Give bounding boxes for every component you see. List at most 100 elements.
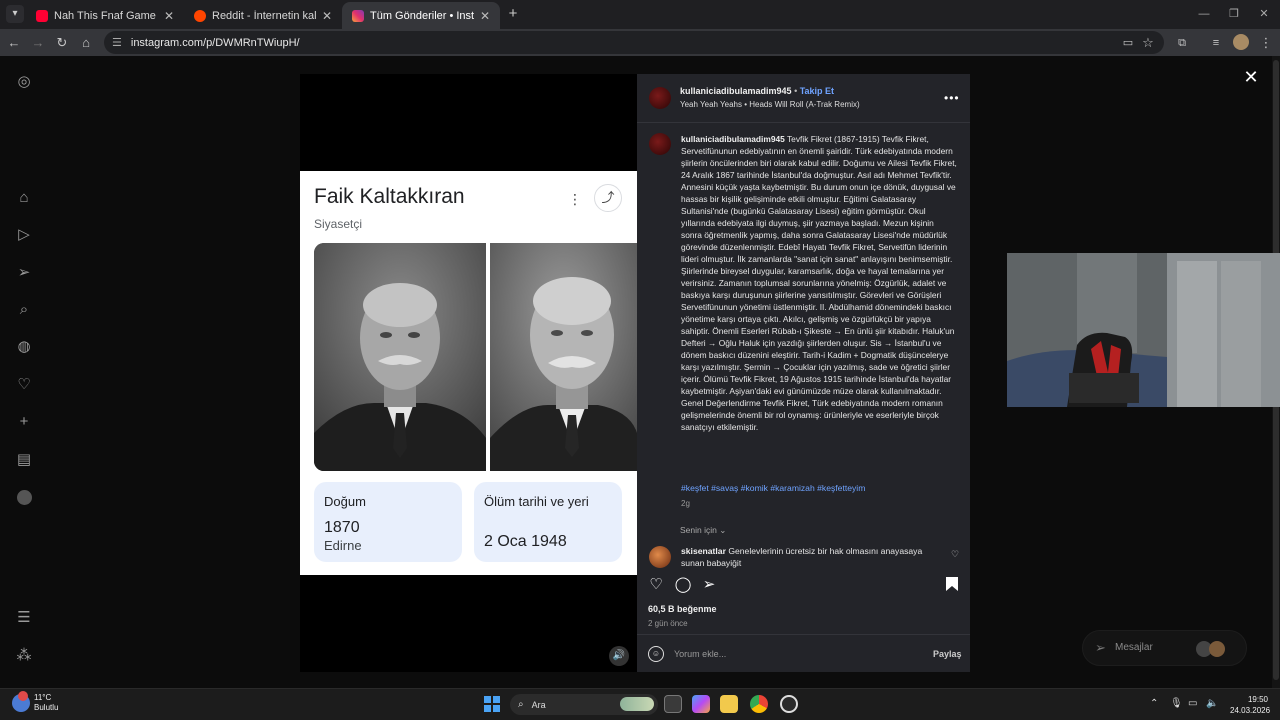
messages-nav-icon[interactable]: ➢ xyxy=(14,263,34,283)
address-bar[interactable]: ☰ instagram.com/p/DWMRnTWiupH/ xyxy=(104,31,1164,54)
install-app-icon[interactable]: ▭ xyxy=(1118,33,1138,53)
post-media[interactable]: Faik Kaltakkıran Siyasetçi ⋮ ⤴ Doğum 187… xyxy=(300,74,637,672)
forward-icon[interactable]: → xyxy=(28,33,48,53)
close-post-icon[interactable]: ✕ xyxy=(1242,68,1260,86)
youtube-icon xyxy=(36,9,48,22)
comment-input[interactable]: Yorum ekle... xyxy=(674,649,726,659)
post-caption: kullaniciadibulamadim945 Tevfik Fikret (… xyxy=(681,133,957,433)
like-count[interactable]: 60,5 B beğenme xyxy=(648,604,717,614)
site-info-icon[interactable]: ☰ xyxy=(112,36,122,49)
death-info-chip: Ölüm tarihi ve yeri 2 Oca 1948 xyxy=(474,482,622,562)
tab-youtube[interactable]: Nah This Fnaf Game Is just STRA ✕ xyxy=(26,2,184,29)
messages-button[interactable]: ➢ Mesajlar xyxy=(1082,630,1247,666)
post-comment-button[interactable]: Paylaş xyxy=(933,649,962,659)
close-tab-icon[interactable]: ✕ xyxy=(320,9,334,23)
comment-sort-dropdown[interactable]: Senin için ⌄ xyxy=(680,525,726,536)
search-icon: ⌕ xyxy=(518,699,524,710)
extensions-icon[interactable]: ⧉ xyxy=(1172,33,1192,53)
caption-age: 2g xyxy=(681,499,690,508)
browser-tab-bar: ▾ Nah This Fnaf Game Is just STRA ✕ Redd… xyxy=(0,0,1280,29)
portrait-photo-1 xyxy=(314,243,486,471)
more-options-icon[interactable]: ••• xyxy=(944,91,960,105)
close-window-button[interactable]: ✕ xyxy=(1254,5,1274,23)
task-view-icon[interactable] xyxy=(664,695,682,713)
temperature: 11°C xyxy=(34,693,52,702)
profile-nav-icon[interactable] xyxy=(14,487,34,507)
file-explorer-icon[interactable] xyxy=(720,695,738,713)
system-clock[interactable]: 19:50 24.03.2026 xyxy=(1230,694,1270,716)
weather-condition: Bulutlu xyxy=(34,703,59,712)
search-highlight-image xyxy=(620,697,654,711)
bookmark-star-icon[interactable]: ☆ xyxy=(1138,33,1158,53)
browser-menu-icon[interactable]: ⋮ xyxy=(1256,33,1276,53)
profile-avatar[interactable] xyxy=(1233,34,1249,50)
notifications-nav-icon[interactable]: ♡ xyxy=(14,375,34,395)
author-username[interactable]: kullaniciadibulamadim945 xyxy=(680,86,792,96)
caption-text: Tevfik Fikret (1867-1915) Tevfik Fikret,… xyxy=(681,134,957,432)
url-text: instagram.com/p/DWMRnTWiupH/ xyxy=(130,36,300,49)
reload-icon[interactable]: ↻ xyxy=(52,33,72,53)
footer-divider xyxy=(637,634,970,635)
like-icon[interactable]: ♡ xyxy=(647,576,665,594)
explore-nav-icon[interactable]: ◍ xyxy=(14,337,34,357)
app-icon[interactable] xyxy=(780,695,798,713)
also-from-meta-icon[interactable]: ⁂ xyxy=(14,646,34,666)
caption-username[interactable]: kullaniciadibulamadim945 xyxy=(681,134,785,144)
comment-like-icon[interactable]: ♡ xyxy=(951,549,959,560)
home-icon[interactable]: ⌂ xyxy=(76,33,96,53)
start-button[interactable] xyxy=(484,696,500,712)
new-tab-button[interactable]: + xyxy=(504,5,522,23)
tab-search-button[interactable]: ▾ xyxy=(6,5,24,23)
restore-button[interactable]: ❐ xyxy=(1224,5,1244,23)
post-details-panel: kullaniciadibulamadim945 • Takip Et Yeah… xyxy=(637,74,970,672)
clock-time: 19:50 xyxy=(1247,695,1268,704)
close-tab-icon[interactable]: ✕ xyxy=(478,9,492,23)
tab-reddit[interactable]: Reddit - İnternetin kalbi ✕ xyxy=(184,2,342,29)
emoji-icon[interactable]: ☺ xyxy=(648,646,664,662)
birth-info-chip: Doğum 1870 Edirne xyxy=(314,482,462,562)
message-avatars xyxy=(1195,640,1229,658)
instagram-logo-icon[interactable]: ◎ xyxy=(14,72,34,92)
hashtag-links[interactable]: #keşfet #savaş #komik #karamizah #keşfet… xyxy=(681,483,865,493)
taskbar-search[interactable]: ⌕ Ara xyxy=(510,694,658,715)
audio-track-link[interactable]: Yeah Yeah Yeahs • Heads Will Roll (A-Tra… xyxy=(680,100,860,109)
tab-title: Tüm Gönderiler • Instagram xyxy=(370,9,474,22)
back-icon[interactable]: ← xyxy=(4,33,24,53)
volume-icon[interactable]: 🔊 xyxy=(609,646,629,666)
tab-instagram[interactable]: Tüm Gönderiler • Instagram ✕ xyxy=(342,2,500,29)
follow-button[interactable]: Takip Et xyxy=(800,86,834,96)
death-date: 2 Oca 1948 xyxy=(484,533,567,550)
speaker-icon[interactable]: 🔈 xyxy=(1206,698,1218,709)
more-menu-icon[interactable]: ☰ xyxy=(14,608,34,628)
share-post-icon[interactable]: ➢ xyxy=(700,576,718,594)
tray-chevron-icon[interactable]: ⌃ xyxy=(1150,698,1158,709)
post-timestamp: 2 gün önce xyxy=(648,619,688,628)
browser-toolbar: ← → ↻ ⌂ ☰ instagram.com/p/DWMRnTWiupH/ ▭… xyxy=(0,29,1280,56)
comment-icon[interactable]: ◯ xyxy=(674,576,692,594)
knowledge-card: Faik Kaltakkıran Siyasetçi ⋮ ⤴ Doğum 187… xyxy=(300,171,637,575)
card-subtitle: Siyasetçi xyxy=(314,217,363,231)
reels-nav-icon[interactable]: ▷ xyxy=(14,225,34,245)
chrome-icon[interactable] xyxy=(750,695,768,713)
instagram-sidebar: ◎ ⌂ ▷ ➢ ⌕ ◍ ♡ + ▤ ☰ ⁂ xyxy=(0,56,48,688)
commenter-avatar[interactable] xyxy=(649,546,671,568)
minimize-button[interactable]: — xyxy=(1194,5,1214,23)
network-icon[interactable]: ▭ xyxy=(1188,698,1197,709)
microphone-icon[interactable]: 🎙 xyxy=(1170,698,1183,709)
commenter-username[interactable]: skisenatlar xyxy=(681,546,726,556)
weather-widget[interactable]: 11°C Bulutlu xyxy=(12,691,59,713)
birth-label: Doğum xyxy=(324,494,366,509)
messages-icon: ➢ xyxy=(1095,640,1106,655)
save-bookmark-icon[interactable] xyxy=(943,576,961,594)
copilot-icon[interactable] xyxy=(692,695,710,713)
dashboard-nav-icon[interactable]: ▤ xyxy=(14,450,34,470)
search-nav-icon[interactable]: ⌕ xyxy=(14,300,34,320)
create-nav-icon[interactable]: + xyxy=(14,412,34,432)
close-tab-icon[interactable]: ✕ xyxy=(162,9,176,23)
reading-list-icon[interactable]: ≡ xyxy=(1206,33,1226,53)
birth-year: 1870 xyxy=(324,519,360,536)
caption-author-avatar[interactable] xyxy=(649,133,671,155)
author-avatar[interactable] xyxy=(649,87,671,109)
home-nav-icon[interactable]: ⌂ xyxy=(14,188,34,208)
more-vert-icon: ⋮ xyxy=(568,191,582,207)
